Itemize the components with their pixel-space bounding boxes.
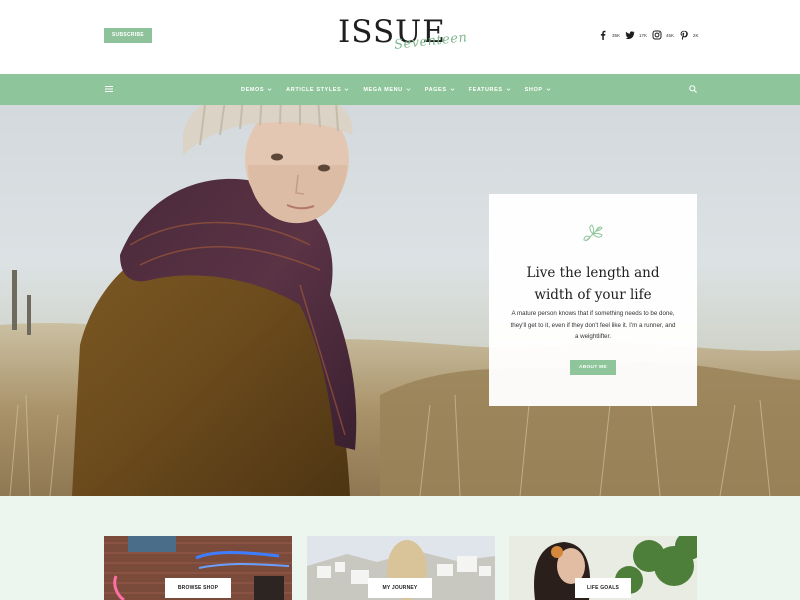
main-navigation: DEMOS ARTICLE STYLES MEGA MENU PAGES FEA…	[0, 74, 800, 105]
nav-item-label: FEATURES	[468, 86, 503, 93]
subscribe-button[interactable]: SUBSCRIBE	[104, 28, 152, 43]
nav-item-mega-menu[interactable]: MEGA MENU	[363, 86, 411, 93]
hero-title-line2: width of your life	[534, 287, 652, 303]
promo-card-shop[interactable]: BROWSE SHOP	[104, 536, 292, 600]
site-header: SUBSCRIBE ISSUE Seventeen 35K 17K 45K 2K	[0, 0, 800, 74]
nav-item-label: DEMOS	[241, 86, 265, 93]
facebook-count: 35K	[612, 32, 621, 38]
nav-item-shop[interactable]: SHOP	[525, 87, 551, 93]
pinterest-icon[interactable]	[679, 30, 689, 40]
card-label: BROWSE SHOP	[165, 578, 231, 598]
hero-description: A mature person knows that if something …	[510, 310, 676, 340]
social-links: 35K 17K 45K 2K	[598, 29, 700, 41]
chevron-down-icon	[344, 88, 349, 91]
nav-item-label: SHOP	[524, 86, 543, 93]
nav-item-features[interactable]: FEATURES	[469, 87, 511, 93]
about-me-button[interactable]: ABOUT ME	[570, 360, 616, 375]
nav-item-pages[interactable]: PAGES	[425, 87, 455, 93]
nav-item-label: ARTICLE STYLES	[286, 86, 342, 93]
pinterest-count: 2K	[693, 32, 699, 38]
chevron-down-icon	[406, 88, 411, 91]
chevron-down-icon	[506, 88, 511, 91]
nav-item-label: PAGES	[424, 86, 447, 93]
chevron-down-icon	[546, 88, 551, 91]
promo-card-journey[interactable]: MY JOURNEY	[307, 536, 495, 600]
instagram-icon[interactable]	[652, 30, 662, 40]
facebook-icon[interactable]	[598, 30, 608, 40]
twitter-icon[interactable]	[625, 30, 635, 40]
search-icon[interactable]	[688, 84, 698, 94]
nav-item-article-styles[interactable]: ARTICLE STYLES	[286, 87, 349, 93]
hamburger-menu-icon[interactable]	[104, 84, 114, 94]
card-label: LIFE GOALS	[575, 578, 631, 598]
leaf-icon	[583, 224, 603, 242]
card-label: MY JOURNEY	[368, 578, 432, 598]
site-logo[interactable]: ISSUE Seventeen	[338, 12, 468, 60]
twitter-count: 17K	[639, 32, 648, 38]
chevron-down-icon	[450, 88, 455, 91]
hero-title: Live the length and width of your life	[489, 262, 697, 306]
nav-item-label: MEGA MENU	[363, 86, 403, 93]
chevron-down-icon	[267, 88, 272, 91]
nav-item-demos[interactable]: DEMOS	[241, 87, 272, 93]
hero-title-line1: Live the length and	[526, 265, 660, 281]
hero-banner: Live the length and width of your life A…	[0, 105, 800, 496]
hero-about-card: Live the length and width of your life A…	[489, 194, 697, 406]
nav-menu: DEMOS ARTICLE STYLES MEGA MENU PAGES FEA…	[241, 74, 551, 105]
instagram-count: 45K	[666, 32, 675, 38]
promo-card-goals[interactable]: LIFE GOALS	[509, 536, 697, 600]
